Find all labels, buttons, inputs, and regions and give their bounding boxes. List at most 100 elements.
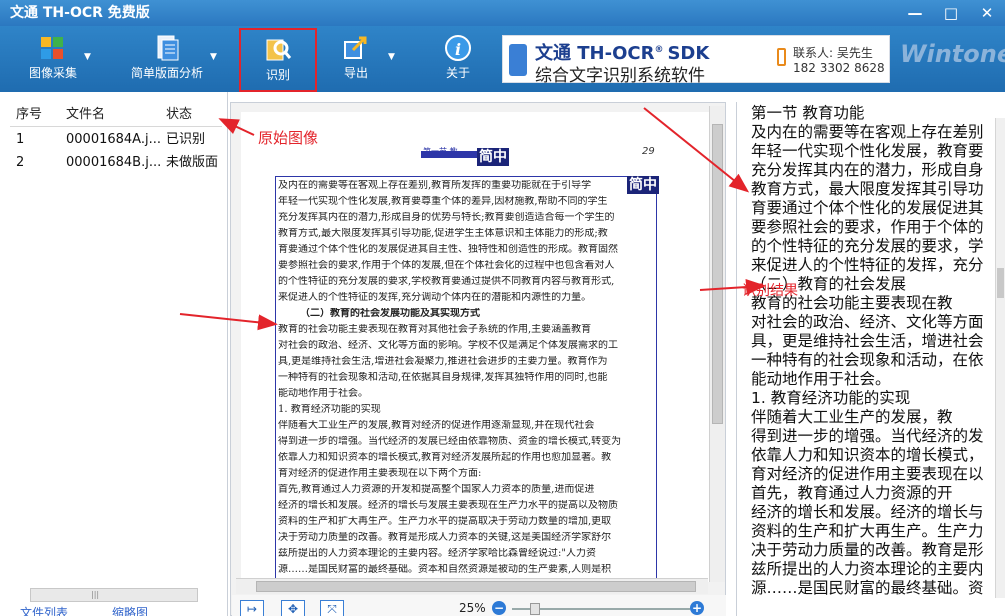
scanned-text-line: 育要通过个体个性化的发展促进其自主性、独特性和创造性的形成。教育固然 [278,244,618,255]
result-text-line: 教育方式，最大限度发挥其引导功 [751,180,984,198]
tab-file-list[interactable]: 文件列表 [20,604,68,616]
sdk-banner[interactable]: 文通 TH-OCR® SDK 综合文字识别系统软件 联系人: 吴先生 182 33… [502,35,890,86]
file-list-tabs: 文件列表 缩略图 [0,606,228,616]
result-text-line: 能动地作用于社会。 [751,370,891,388]
brand-logo: Wintone [900,40,1005,68]
scanned-text-line: 依靠人力和知识资本的增长模式,教育对经济发展所起的作用也愈加显著。教 [278,452,612,463]
scanned-text-line: 能动地作用于社会。 [278,388,368,399]
scanned-text-line: 1. 教育经济功能的实现 [278,404,381,415]
chevron-down-icon[interactable]: ▼ [210,52,217,62]
column-filename-header[interactable]: 文件名 [66,104,105,126]
recognize-label: 识别 [265,68,290,82]
export-icon [344,36,367,59]
result-text-line: 要参照社会的要求，作用于个体的 [751,218,984,236]
fit-page-icon[interactable]: ⤧ [320,600,344,616]
region-language-tag: 简中 [627,176,659,194]
result-text-line: 伴随着大工业生产的发展，教 [751,408,953,426]
header-divider [10,126,222,127]
about-button[interactable]: i 关于 [440,30,476,88]
result-text-line: 兹所提出的人力资本理论的主要内 [751,560,984,578]
scanned-text-line: 对社会的政治、经济、文化等方面的影响。学校不仅是满足个体发展需求的工 [278,340,618,351]
image-acquire-button[interactable]: 图像采集 ▼ [20,30,91,88]
result-text-line: 对社会的政治、经济、文化等方面 [751,313,984,331]
column-index-header[interactable]: 序号 [16,104,42,126]
file-list-panel: 序号 文件名 状态 1 00001684A.j... 已识别 2 0000168… [0,92,228,616]
result-text-line: 一种特有的社会现象和活动，在依 [751,351,984,369]
svg-text:i: i [455,40,461,59]
result-text-line: 资料的生产和扩大再生产。生产力 [751,522,984,540]
column-status-header[interactable]: 状态 [166,104,192,126]
recognize-button[interactable]: 识别 [239,28,317,92]
scanned-text-line: 一种特有的社会现象和活动,在依据其自身规律,发挥其独特作用的同时,也能 [278,372,608,383]
result-vertical-scrollbar[interactable] [995,118,1005,598]
scanned-text-line: 具,更是维持社会生活,增进社会凝聚力,推进社会进步的主要力量。教育作为 [278,356,608,367]
scanned-text-line: 源……是国民财富的最终基础。资本和自然资源是被动的生产要素,人则是积 [278,564,612,575]
image-acquire-label: 图像采集 [28,66,77,80]
close-button[interactable]: ✕ [969,0,1005,26]
app-title: 文通 TH-OCR 免费版 [10,5,150,21]
result-text-line: 决于劳动力质量的改善。教育是形 [751,541,984,559]
result-text-line: 具，更是维持社会生活，增进社会 [751,332,984,350]
move-icon[interactable]: ✥ [281,600,305,616]
table-row[interactable]: 1 00001684A.j... 已识别 [10,129,220,151]
file-list-scrollbar[interactable]: ||| [30,588,198,602]
scanned-page[interactable]: 第一节 教 简中 29 及内在的需要等在客观上存在差别,教育所发挥的重要功能就在… [241,112,709,582]
scanned-text-line: 充分发挥其内在的潜力,形成自身的优势与特长;教育要创造适合每一个学生的 [278,212,615,223]
scanned-text-line: 要参照社会的要求,作用于个体的发展,但在个体社会化的过程中也包含着对人 [278,260,615,271]
chevron-down-icon[interactable]: ▼ [84,52,91,62]
zoom-out-button[interactable]: − [492,601,506,615]
result-text-line: 的个性特征的充分发展的要求，学 [751,237,984,255]
about-icon: i [445,35,471,61]
result-annotation: 识别结果 [742,283,798,299]
result-text-line: 依靠人力和知识资本的增长模式， [751,446,984,464]
result-text-line: 首先，教育通过人力资源的开 [751,484,953,502]
scanned-text-line: 来促进人的个性特征的发挥,充分调动个体内在的潜能和内源性的力量。 [278,292,592,303]
scanned-text-line: 首先,教育通过人力资源的开发和提高整个国家人力资本的质量,进而促进 [278,484,595,495]
maximize-button[interactable]: □ [933,0,969,26]
export-label: 导出 [343,66,368,80]
result-text-line: 及内在的需要等在客观上存在差别 [751,123,984,141]
banner-phone: 182 3302 8628 [793,61,885,75]
zoom-level: 25% [459,601,486,615]
result-text-line: 经济的增长和发展。经济的增长与 [751,503,984,521]
page-number: 29 [642,146,655,157]
phone-icon [777,48,786,66]
scanned-text-line: 教育的社会功能主要表现在教育对其他社会子系统的作用,主要涵盖教育 [278,324,592,335]
language-tag: 简中 [477,148,509,166]
select-region-icon[interactable]: ↦ [240,600,264,616]
scanned-text-line: 伴随着大工业生产的发展,教育对经济的促进作用逐渐显现,并在现代社会 [278,420,595,431]
app-window: 文通 TH-OCR 免费版 — □ ✕ 图像采集 ▼ 简单版面分析 ▼ 识别 导… [0,0,1005,616]
layout-analysis-icon [157,35,179,61]
wintone-logo-icon [509,44,527,76]
image-vertical-scrollbar[interactable] [709,106,725,582]
zoom-in-button[interactable]: + [690,601,704,615]
scroll-thumb[interactable] [997,268,1004,298]
scanned-text-line: 得到进一步的增强。当代经济的发展已经由依靠物质、资金的增长模式,转变为 [278,436,622,447]
result-text-panel[interactable]: 第一节 教育功能 及内在的需要等在客观上存在差别 年轻一代实现个性化发展，教育要 充分… [736,102,1005,616]
result-text-line: 充分发挥其内在的潜力，形成自身 [751,161,984,179]
scanned-text-line: 教育方式,最大限度发挥其引导功能,促进学生主体意识和主体能力的形成;教 [278,228,608,239]
layout-analysis-button[interactable]: 简单版面分析 ▼ [128,30,217,88]
minimize-button[interactable]: — [897,0,933,26]
result-text-line: 1. 教育经济功能的实现 [751,389,911,407]
banner-subtitle: 综合文字识别系统软件 [535,66,705,86]
result-text-line: 来促进人的个性特征的发挥，充分 [751,256,984,274]
scanned-text-line: 资料的生产和扩大再生产。生产力水平的提高取决于劳动力数量的增加,更取 [278,516,612,527]
tab-thumbnails[interactable]: 缩略图 [112,604,148,616]
about-label: 关于 [445,66,470,80]
recognition-region[interactable]: 及内在的需要等在客观上存在差别,教育所发挥的重要功能就在于引导学 年轻一代实现个性… [275,176,657,582]
export-button[interactable]: 导出 ▼ [336,30,395,88]
result-text-line: 源……是国民财富的最终基础。资 [751,579,984,597]
image-horizontal-scrollbar[interactable] [236,578,708,594]
image-acquire-icon [41,37,63,59]
scroll-thumb[interactable] [712,124,723,424]
scanned-text-line: 兹所提出的人力资本理论的主要内容。经济学家哈比森曾经说过:"人力资 [278,548,596,559]
table-row[interactable]: 2 00001684B.j... 未做版面 [10,152,220,174]
result-text-line: 育要通过个体个性化的发展促进其 [751,199,984,217]
zoom-slider-handle[interactable] [530,603,540,615]
chevron-down-icon[interactable]: ▼ [388,52,395,62]
scroll-thumb[interactable] [256,581,696,592]
scanned-text-line: 育对经济的促进作用主要表现在以下两个方面: [278,468,482,479]
result-text-line: 得到进一步的增强。当代经济的发 [751,427,984,445]
scanned-text-line: 经济的增长和发展。经济的增长与发展主要表现在生产力水平的提高以及物质 [278,500,618,511]
